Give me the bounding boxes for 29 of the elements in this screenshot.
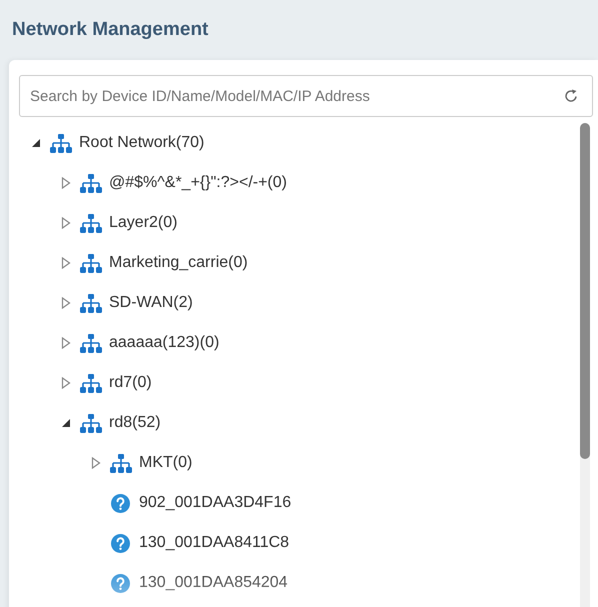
- refresh-icon[interactable]: [563, 88, 579, 104]
- network-hierarchy-icon: [79, 334, 103, 352]
- network-hierarchy-icon: [79, 254, 103, 272]
- scrollbar[interactable]: [580, 123, 590, 607]
- network-label[interactable]: rd7(0): [109, 374, 152, 392]
- network-label[interactable]: @#$%^&*_+{}":?></-+(0): [109, 174, 287, 192]
- network-label[interactable]: MKT(0): [139, 454, 192, 472]
- device-label[interactable]: 130_001DAA8411C8: [139, 534, 290, 552]
- device-label[interactable]: 130_001DAA854204: [139, 574, 288, 592]
- network-hierarchy-icon: [79, 294, 103, 312]
- network-label[interactable]: Layer2(0): [109, 214, 178, 232]
- question-mark-icon: [111, 574, 130, 592]
- question-mark-icon: [111, 534, 130, 552]
- network-label[interactable]: aaaaaa(123)(0): [109, 334, 220, 352]
- network-hierarchy-icon: [79, 374, 103, 392]
- network-label[interactable]: SD-WAN(2): [109, 294, 193, 312]
- panel-title: Network Management: [12, 19, 208, 41]
- search-field[interactable]: Search by Device ID/Name/Model/MAC/IP Address: [19, 75, 593, 117]
- network-hierarchy-icon: [109, 454, 133, 472]
- network-hierarchy-icon: [79, 414, 103, 432]
- network-label[interactable]: rd8(52): [109, 414, 161, 432]
- network-label[interactable]: Root Network(70): [79, 134, 204, 152]
- network-hierarchy-icon: [79, 214, 103, 232]
- scrollbar-thumb[interactable]: [580, 123, 590, 459]
- question-mark-icon: [111, 494, 130, 512]
- device-label[interactable]: 902_001DAA3D4F16: [139, 494, 292, 512]
- network-label[interactable]: Marketing_carrie(0): [109, 254, 248, 272]
- network-hierarchy-icon: [49, 134, 73, 152]
- network-hierarchy-icon: [79, 174, 103, 192]
